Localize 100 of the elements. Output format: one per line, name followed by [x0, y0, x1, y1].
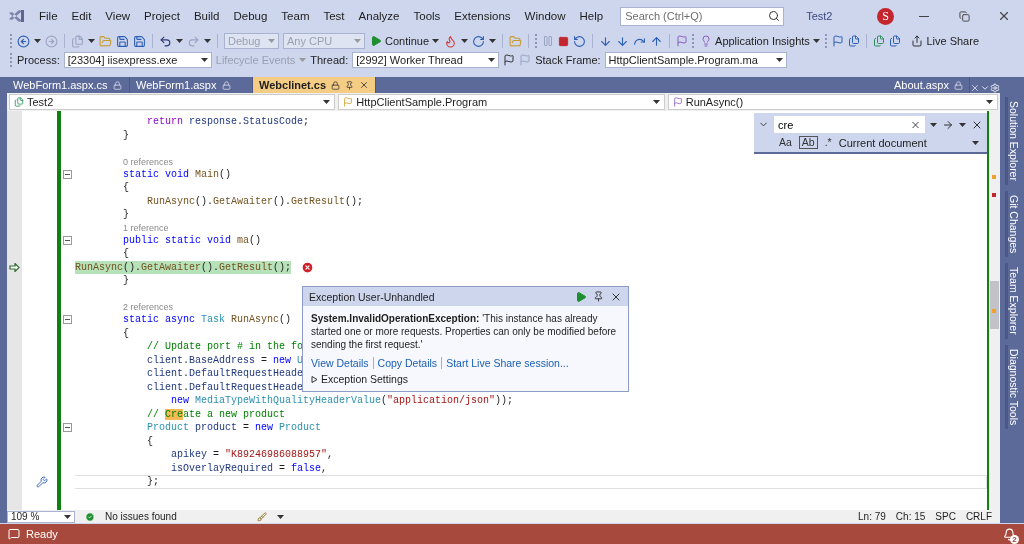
code-line: static void Main()	[122, 167, 232, 181]
exception-settings-toggle[interactable]: Exception Settings	[303, 369, 416, 391]
project-dropdown[interactable]: Test2	[9, 94, 336, 110]
message-icon[interactable]	[8, 528, 20, 540]
live-share-button[interactable]: Live Share	[910, 35, 980, 47]
lock-icon	[954, 80, 963, 90]
exception-link[interactable]: Copy Details	[377, 357, 438, 369]
code-line: };	[146, 475, 159, 489]
pin-icon[interactable]	[593, 291, 604, 302]
column-number: Ch: 15	[895, 511, 926, 522]
reference-count[interactable]: 2 references	[123, 301, 174, 313]
find-option-button[interactable]: Ab	[798, 136, 818, 149]
tab-list-icon[interactable]	[980, 83, 990, 93]
step-down-icon[interactable]	[616, 34, 630, 48]
issues-status[interactable]: No issues found	[105, 511, 177, 522]
collapse-icon[interactable]	[63, 169, 72, 179]
close-tab-icon[interactable]	[359, 80, 370, 90]
share-icon	[911, 35, 924, 47]
code-line: isOverlayRequired = false,	[170, 461, 328, 475]
tool-window-tab[interactable]: Team Explorer	[1004, 263, 1020, 340]
find-option-button[interactable]: Aa	[777, 137, 794, 148]
menu-item[interactable]: Window	[517, 8, 573, 24]
exception-link[interactable]: Start Live Share session...	[446, 357, 569, 369]
cleanup-icon[interactable]	[256, 511, 267, 522]
code-line: static async Task RunAsync()	[122, 313, 292, 327]
undo-icon[interactable]	[159, 34, 172, 48]
code-line: {	[122, 181, 129, 195]
code-line: new MediaTypeWithQualityHeaderValue("application/json"));	[170, 394, 514, 408]
member-dropdown[interactable]: RunAsync()	[667, 94, 998, 110]
save-all-icon[interactable]	[133, 34, 146, 48]
dropdown-arrow-icon	[812, 39, 820, 43]
menu-item[interactable]: Project	[137, 8, 187, 24]
search-scope-dropdown[interactable]: Current document	[838, 136, 983, 149]
exception-link[interactable]: View Details	[311, 357, 369, 369]
dropdown-arrow-icon	[299, 58, 307, 62]
menu-item[interactable]: Help	[572, 8, 611, 24]
refresh-icon[interactable]	[472, 34, 486, 48]
menu-item[interactable]: Analyze	[351, 8, 407, 24]
error-icon	[301, 260, 315, 274]
quick-actions-icon[interactable]	[36, 475, 48, 488]
dropdown-arrow-icon	[959, 122, 966, 127]
vertical-scrollbar[interactable]	[987, 111, 1000, 510]
menu-item[interactable]: Tools	[406, 8, 448, 24]
zoom-dropdown[interactable]: 109 %	[7, 510, 75, 523]
menu-item[interactable]: Edit	[64, 8, 99, 24]
menu-item[interactable]: Test	[316, 8, 352, 24]
lock-icon	[112, 80, 122, 90]
continue-button[interactable]: Continue	[369, 35, 441, 47]
lock-icon	[221, 80, 231, 90]
find-option-button[interactable]: .*	[822, 137, 834, 148]
application-insights-button[interactable]: Application Insights	[699, 35, 821, 47]
save-icon[interactable]	[116, 34, 129, 48]
reference-count[interactable]: 0 references	[123, 155, 174, 168]
line-ending: CRLF	[965, 511, 992, 522]
clear-icon[interactable]	[910, 119, 921, 130]
collapse-icon[interactable]	[63, 423, 72, 433]
dropdown-arrow-icon	[34, 39, 41, 43]
stack-frame-label: Stack Frame:	[535, 54, 601, 66]
menu-item[interactable]: Debug	[226, 8, 275, 24]
close-icon	[997, 9, 1011, 23]
process-dropdown[interactable]: [23304] iisexpress.exe	[63, 52, 212, 68]
dropdown-arrow-icon	[652, 100, 660, 104]
back-icon[interactable]	[17, 34, 30, 48]
code-line: return response.StatusCode;	[146, 115, 310, 129]
flag-icon[interactable]	[676, 35, 689, 47]
pin-icon[interactable]	[345, 80, 355, 90]
tool-window-tab[interactable]: Solution Explorer	[1004, 97, 1020, 185]
collapse-icon[interactable]	[63, 315, 72, 325]
step-into-icon[interactable]	[599, 34, 613, 48]
type-dropdown[interactable]: HttpClientSample.Program	[338, 94, 665, 110]
document-tab[interactable]: Webclinet.cs	[253, 77, 377, 93]
menu-item[interactable]: File	[32, 8, 65, 24]
settings-icon[interactable]	[990, 83, 1000, 93]
flag-icon[interactable]	[503, 54, 516, 66]
dropdown-arrow-icon	[972, 140, 979, 145]
solution-name: Test2	[806, 10, 833, 22]
thread-dropdown[interactable]: [2992] Worker Thread	[352, 52, 500, 68]
avatar[interactable]: S	[877, 7, 894, 25]
menu-item[interactable]: Build	[186, 8, 227, 24]
logo-icon[interactable]	[8, 9, 26, 23]
tool-window-tab[interactable]: Git Changes	[1004, 190, 1020, 258]
continue-icon[interactable]	[575, 290, 587, 303]
code-line: client.DefaultRequestHeade	[146, 367, 304, 381]
menu-item[interactable]: View	[98, 8, 138, 24]
menu-item[interactable]: Team	[274, 8, 317, 24]
dropdown-arrow-icon	[176, 39, 183, 43]
find-field[interactable]: cre	[774, 116, 925, 133]
restart-icon[interactable]	[573, 34, 587, 48]
step-out-icon[interactable]	[650, 34, 664, 48]
notification-icon[interactable]	[1003, 527, 1016, 541]
code-line: RunAsync().GetAwaiter().GetResult();	[146, 194, 364, 208]
flame-icon[interactable]	[444, 34, 458, 48]
reference-count[interactable]: 1 reference	[123, 221, 169, 234]
find-next-icon[interactable]	[942, 118, 954, 131]
stack-frame-dropdown[interactable]: HttpClientSample.Program.ma	[604, 52, 787, 68]
menu-item[interactable]: Extensions	[447, 8, 518, 24]
stop-icon[interactable]	[558, 35, 570, 47]
collapse-icon[interactable]	[63, 235, 72, 245]
search-field[interactable]: Search (Ctrl+Q)	[620, 6, 785, 26]
tool-window-tab[interactable]: Diagnostic Tools	[1004, 345, 1020, 430]
